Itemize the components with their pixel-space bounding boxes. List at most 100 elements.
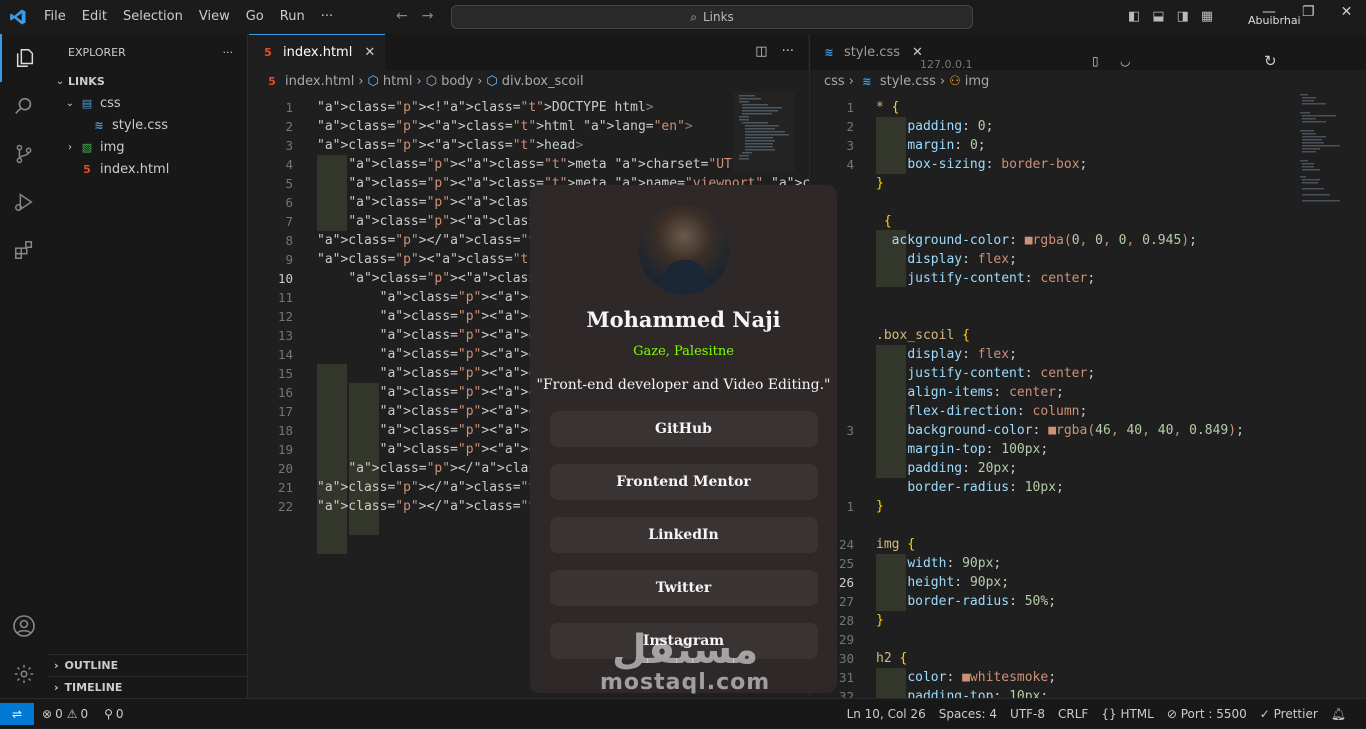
html-file-icon: 5 (83, 162, 91, 176)
minimap[interactable] (1298, 92, 1358, 208)
link-linkedin[interactable]: LinkedIn (549, 517, 818, 553)
run-debug-icon[interactable] (0, 178, 48, 226)
ports-count[interactable]: 0 (116, 707, 124, 721)
tree-file-style-css[interactable]: ≋ style.css (48, 114, 247, 136)
code-editor-css[interactable]: 1 * {2 padding: 0; 3 margin: 0; 4 box-sizin… (810, 92, 1366, 704)
code-line: margin-top: 100px; (907, 442, 1049, 457)
link-frontend-mentor[interactable]: Frontend Mentor (549, 464, 818, 500)
back-arrow-icon[interactable]: ← (396, 8, 408, 24)
source-control-icon[interactable] (0, 130, 48, 178)
indentation[interactable]: Spaces: 4 (939, 707, 997, 721)
menu-view[interactable]: View (191, 0, 238, 34)
minimize-icon[interactable]: — (1262, 4, 1276, 20)
code-line: height: 90px; (907, 575, 1010, 590)
browser-refresh-small-icon[interactable]: ◡ (1120, 54, 1130, 68)
line-number: 5 (285, 176, 293, 191)
chevron-down-icon: ⌄ (55, 75, 65, 87)
code-line: ackground-color: ■rgba(0, 0, 0, 0.945); (891, 233, 1197, 248)
settings-gear-icon[interactable] (0, 650, 48, 698)
split-editor-icon[interactable]: ◫ (755, 44, 767, 59)
browser-page-icon[interactable]: ▯ (1092, 54, 1099, 68)
menu-run[interactable]: Run (272, 0, 313, 34)
toggle-secondary-sidebar-icon[interactable]: ◨ (1177, 9, 1189, 24)
breadcrumb-item[interactable]: style.css (880, 74, 936, 89)
close-tab-icon[interactable]: ✕ (364, 45, 375, 60)
live-server-port[interactable]: ⊘ Port : 5500 (1167, 707, 1247, 721)
line-number: 7 (285, 214, 293, 229)
explorer-more-icon[interactable]: ··· (223, 46, 234, 59)
tab-index-html[interactable]: 5 index.html ✕ (249, 34, 386, 70)
code-line: display: flex; (907, 252, 1017, 267)
line-endings[interactable]: CRLF (1058, 707, 1088, 721)
extensions-icon[interactable] (0, 226, 48, 274)
close-window-icon[interactable]: ✕ (1341, 4, 1353, 20)
breadcrumb-item[interactable]: body (441, 74, 473, 89)
notifications-bell-icon[interactable]: 🔔︎ (1331, 707, 1346, 721)
tree-file-index-html[interactable]: 5 index.html (48, 158, 247, 180)
menu-file[interactable]: File (36, 0, 74, 34)
tree-label: img (100, 139, 125, 155)
img-folder-icon: ▧ (81, 140, 93, 154)
breadcrumb-item[interactable]: img (965, 74, 990, 89)
menu-selection[interactable]: Selection (115, 0, 191, 34)
chevron-right-icon: › (358, 73, 364, 89)
line-number: 19 (277, 442, 293, 457)
line-number: 18 (277, 423, 293, 438)
prettier-status[interactable]: ✓ Prettier (1260, 707, 1318, 721)
browser-reload-icon[interactable]: ↻ (1264, 52, 1277, 70)
breadcrumb-item[interactable]: div.box_scoil (502, 74, 584, 89)
cursor-position[interactable]: Ln 10, Col 26 (847, 707, 926, 721)
profile-name: Mohammed Naji (586, 307, 781, 332)
menu-more[interactable]: ··· (313, 0, 341, 34)
toggle-sidebar-icon[interactable]: ◧ (1128, 9, 1140, 24)
account-icon[interactable] (0, 602, 48, 650)
code-line: * { (876, 100, 900, 115)
search-activity-icon[interactable] (0, 82, 48, 130)
line-number: 2 (285, 119, 293, 134)
profile-location: Gaze, Palesitne (633, 344, 734, 359)
forward-arrow-icon[interactable]: → (422, 8, 434, 24)
warning-icon[interactable]: ⚠ (67, 707, 78, 721)
link-github[interactable]: GitHub (549, 411, 818, 447)
line-number: 1 (285, 100, 293, 115)
chevron-right-icon: › (939, 73, 946, 89)
warning-count[interactable]: 0 (80, 707, 88, 721)
chevron-right-icon: › (416, 73, 422, 89)
error-icon[interactable]: ⊗ (42, 707, 52, 721)
workspace-root[interactable]: ⌄ LINKS (48, 70, 247, 92)
tab-style-css[interactable]: ≋ style.css ✕ (810, 34, 933, 70)
link-twitter[interactable]: Twitter (549, 570, 818, 606)
breadcrumb-item[interactable]: index.html (285, 74, 354, 89)
outline-section[interactable]: › OUTLINE (48, 654, 248, 676)
outline-label: OUTLINE (64, 659, 119, 672)
tree-folder-css[interactable]: ⌄ ▤ css (48, 92, 247, 114)
remote-indicator-icon[interactable]: ⇌ (0, 702, 34, 725)
history-nav: ← → (396, 8, 433, 24)
html-file-icon: 5 (268, 74, 276, 88)
timeline-label: TIMELINE (64, 681, 123, 694)
menu-bar: File Edit Selection View Go Run ··· (36, 0, 341, 34)
line-number: 3 (285, 138, 293, 153)
workspace-root-label: LINKS (68, 74, 105, 88)
timeline-section[interactable]: › TIMELINE (48, 676, 248, 698)
status-bar: ⇌ ⊗ 0 ⚠ 0 ⚲ 0 Ln 10, Col 26 Spaces: 4 UT… (0, 698, 1366, 728)
tree-folder-img[interactable]: › ▧ img (48, 136, 247, 158)
editor-more-icon[interactable]: ··· (782, 44, 794, 59)
language-mode[interactable]: {} HTML (1101, 707, 1154, 721)
css-folder-icon: ▤ (81, 96, 93, 110)
minimap[interactable] (733, 92, 795, 172)
code-line: display: flex; (907, 347, 1017, 362)
ports-icon[interactable]: ⚲ (104, 707, 113, 721)
breadcrumb-item[interactable]: html (383, 74, 413, 89)
encoding[interactable]: UTF-8 (1010, 707, 1045, 721)
breadcrumb-item[interactable]: css (824, 74, 845, 89)
maximize-icon[interactable]: ❐ (1302, 4, 1315, 20)
line-number: 12 (277, 309, 293, 324)
explorer-files-icon[interactable] (0, 34, 48, 82)
toggle-panel-icon[interactable]: ⬓ (1152, 9, 1164, 24)
customize-layout-icon[interactable]: ▦ (1201, 9, 1213, 24)
menu-edit[interactable]: Edit (74, 0, 115, 34)
command-center-search[interactable]: ⌕ Links (451, 5, 973, 29)
error-count[interactable]: 0 (55, 707, 63, 721)
menu-go[interactable]: Go (238, 0, 272, 34)
